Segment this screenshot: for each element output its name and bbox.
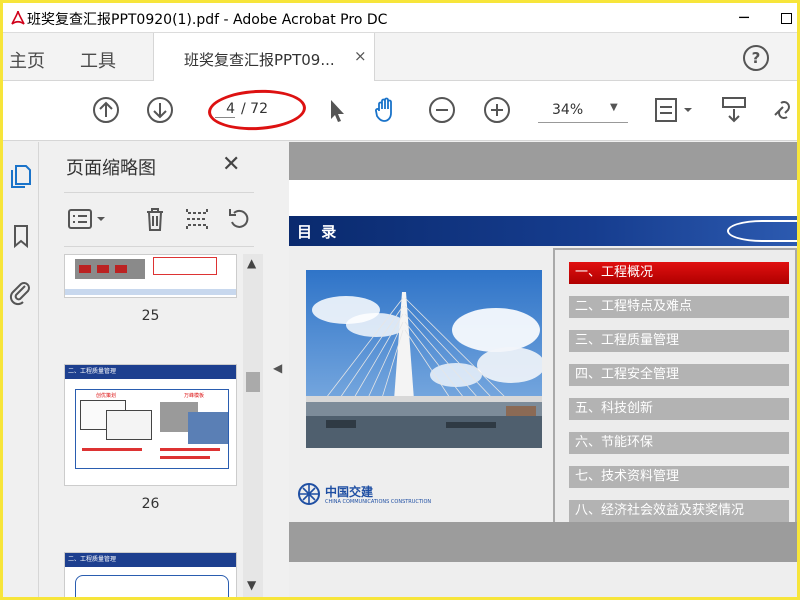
bookmark-icon	[14, 225, 28, 249]
page-thumbnail-26[interactable]: 二、工程质量管理 创优策划 万峰模板	[64, 364, 237, 486]
toc-item[interactable]: 一、工程概况	[569, 262, 789, 284]
chevron-down-icon: ▼	[610, 102, 618, 113]
rotate-page-button[interactable]	[224, 204, 254, 234]
tab-tools[interactable]: 工具	[80, 47, 116, 73]
document-tab-label: 班奖复查汇报PPT09...	[184, 51, 335, 69]
tab-bar: 主页 工具 班奖复查汇报PPT09... × ?	[3, 33, 797, 81]
bookmarks-nav-button[interactable]	[7, 222, 35, 250]
page-thumbnail-27[interactable]: 二、工程质量管理	[64, 552, 237, 597]
thumbnail-header-band: 二、工程质量管理	[65, 553, 236, 567]
panel-title: 页面缩略图	[66, 158, 156, 179]
rotate-icon	[229, 209, 249, 228]
delete-page-button[interactable]	[140, 204, 170, 234]
scroll-down-arrow[interactable]: ▼	[247, 578, 256, 592]
zoom-value: 34%	[552, 102, 584, 118]
insert-page-button[interactable]	[182, 204, 212, 234]
zoom-in-button[interactable]	[482, 95, 512, 125]
toc-item[interactable]: 六、节能环保	[569, 432, 789, 454]
zoom-out-button[interactable]	[427, 95, 457, 125]
slide-heading: 目 录	[297, 223, 339, 241]
company-logo: 中国交建 CHINA COMMUNICATIONS CONSTRUCTION	[297, 480, 431, 510]
toc-item[interactable]: 八、经济社会效益及获奖情况	[569, 500, 789, 522]
toc-item[interactable]: 二、工程特点及难点	[569, 296, 789, 318]
page-thumbnail-25[interactable]	[64, 254, 237, 298]
share-link-button[interactable]	[769, 95, 797, 125]
thumbnail-page-number: 26	[141, 496, 160, 512]
zoom-dropdown[interactable]: 34% ▼	[538, 99, 628, 123]
fit-page-icon	[655, 98, 692, 122]
toc-item[interactable]: 四、工程安全管理	[569, 364, 789, 386]
close-tab-button[interactable]: ×	[354, 47, 367, 65]
window-title: 班奖复查汇报PPT0920(1).pdf - Adobe Acrobat Pro…	[27, 12, 388, 28]
close-panel-button[interactable]: ✕	[222, 152, 240, 177]
arrow-up-circle-icon	[93, 97, 119, 123]
cccc-logo-icon	[298, 483, 320, 505]
next-pdf-page	[289, 562, 797, 597]
table-of-contents: 一、工程概况 二、工程特点及难点 三、工程质量管理 四、工程安全管理 五、科技创…	[553, 248, 797, 524]
help-button[interactable]: ?	[743, 45, 769, 71]
pdf-page: 目 录 中国交建 CHINA COMMUNICATIONS CONSTRUCTI…	[289, 180, 797, 524]
slide-header-band: 目 录	[289, 216, 797, 246]
thumbnails-scrollbar[interactable]: ▲ ▼	[243, 254, 263, 597]
pages-icon	[11, 165, 31, 188]
minus-circle-icon	[429, 97, 455, 123]
left-navigation-strip	[3, 142, 39, 597]
thumbnail-textbox	[153, 257, 217, 275]
bridge-photo	[306, 270, 542, 448]
toc-item[interactable]: 三、工程质量管理	[569, 330, 789, 352]
trash-icon	[147, 208, 163, 231]
scrollbar-thumb[interactable]	[246, 372, 260, 392]
acrobat-window: 班奖复查汇报PPT0920(1).pdf - Adobe Acrobat Pro…	[3, 3, 797, 597]
hand-tool-button[interactable]	[371, 95, 401, 125]
fit-page-button[interactable]	[651, 95, 695, 125]
header-decoration	[727, 220, 797, 242]
list-options-icon	[68, 209, 105, 229]
thumbnail-page-number: 25	[141, 308, 160, 324]
next-page-button[interactable]	[145, 95, 175, 125]
link-icon	[774, 101, 790, 119]
scroll-up-arrow[interactable]: ▲	[247, 256, 256, 270]
document-view[interactable]: 目 录 中国交建 CHINA COMMUNICATIONS CONSTRUCTI…	[289, 142, 797, 597]
page-thumbnails-panel: 页面缩略图 ✕ 25 二、工程质量管理 创优策划 万峰模板 26 二、工程质量管…	[40, 142, 266, 597]
collapse-panel-arrow[interactable]: ◀	[273, 361, 282, 375]
logo-name: 中国交建	[325, 485, 374, 499]
scroll-mode-icon	[722, 97, 746, 123]
page-thumbnails-nav-button[interactable]	[7, 162, 35, 190]
toolbar: 4 / 72 34% ▼	[3, 81, 797, 141]
thumbnail-content-box: 创优策划 万峰模板	[75, 389, 229, 469]
toc-item[interactable]: 五、科技创新	[569, 398, 789, 420]
minimize-button[interactable]: ─	[731, 5, 757, 31]
insert-page-icon	[186, 209, 208, 229]
maximize-button[interactable]	[773, 5, 797, 31]
arrow-down-circle-icon	[147, 97, 173, 123]
divider	[64, 192, 254, 193]
paperclip-icon	[9, 282, 30, 306]
attachments-nav-button[interactable]	[7, 278, 35, 306]
thumbnail-photo	[75, 259, 145, 279]
scroll-mode-button[interactable]	[719, 95, 749, 125]
previous-page-button[interactable]	[91, 95, 121, 125]
logo-subtitle: CHINA COMMUNICATIONS CONSTRUCTION	[325, 499, 432, 505]
acrobat-app-icon	[9, 9, 27, 27]
tab-document[interactable]: 班奖复查汇报PPT09... ×	[153, 33, 375, 81]
toc-item[interactable]: 七、技术资料管理	[569, 466, 789, 488]
thumbnail-options-button[interactable]	[66, 204, 110, 234]
tab-home[interactable]: 主页	[9, 47, 45, 73]
divider	[64, 246, 254, 247]
plus-circle-icon	[484, 97, 510, 123]
thumbnail-header-band: 二、工程质量管理	[65, 365, 236, 379]
cursor-arrow-icon	[331, 100, 344, 122]
select-tool-button[interactable]	[321, 95, 351, 125]
maximize-icon	[780, 13, 792, 24]
title-bar: 班奖复查汇报PPT0920(1).pdf - Adobe Acrobat Pro…	[3, 3, 797, 33]
hand-icon	[375, 97, 392, 122]
